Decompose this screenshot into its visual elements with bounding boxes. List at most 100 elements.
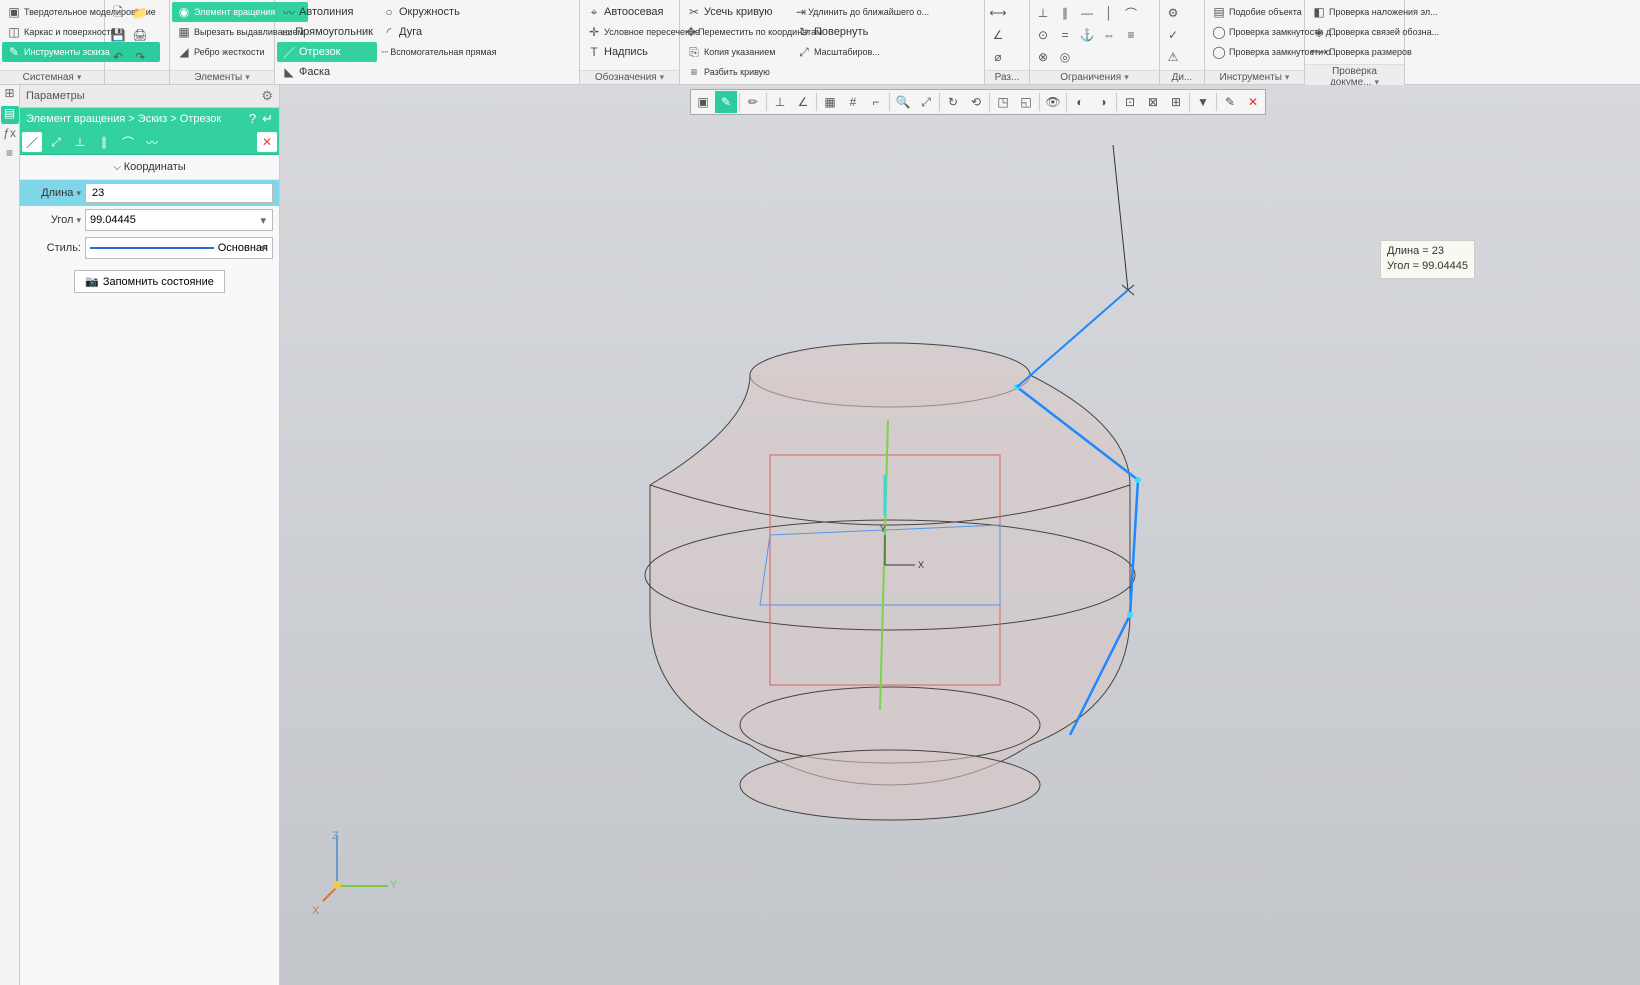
con-7[interactable]: =	[1054, 24, 1076, 46]
ribbon-group-sizes: ⟷ ∠ ⌀ Раз...	[985, 0, 1030, 84]
diag-b[interactable]: ✓	[1162, 24, 1184, 46]
dim-c-button[interactable]: ⌀	[987, 46, 1009, 68]
diag-a[interactable]: ⚙	[1162, 2, 1184, 24]
new-button[interactable]: 🗋	[107, 2, 129, 24]
ribbon-group-edit: ✂Усечь кривую ✥Переместить по координата…	[680, 0, 985, 84]
angle-input[interactable]: 99.04445	[85, 209, 273, 231]
diag-icon3: ⚠	[1165, 49, 1181, 65]
midpoint-icon: ⊗	[1035, 49, 1051, 65]
auxline-icon: ┈	[381, 44, 388, 60]
mode-6[interactable]: 〰	[142, 132, 162, 152]
con-10[interactable]: ≡	[1120, 24, 1142, 46]
mode-1[interactable]: ／	[22, 132, 42, 152]
dimchk-button[interactable]: ⟷Проверка размеров	[1307, 42, 1443, 62]
close-icon[interactable]: ✕	[257, 132, 277, 152]
axis-y-label: Y	[390, 879, 397, 891]
help-icon[interactable]: ?	[249, 111, 256, 127]
viewport[interactable]: ▣ ✎ ✏ ⊥ ∠ ▦ # ⌐ 🔍 ⤢ ↻ ⟲ ◳ ◱ 👁 ◐ ◑	[280, 85, 1640, 985]
circle-button[interactable]: ○Окружность	[377, 2, 482, 22]
print-button[interactable]: 🖨	[129, 24, 151, 46]
segment-modes: ／ ⤢ ⊥ ∥ ⌒ 〰 ✕	[20, 130, 279, 155]
overlap-button[interactable]: ◧Проверка наложения эл...	[1307, 2, 1443, 22]
split-icon: ≡	[686, 64, 702, 80]
mode-3[interactable]: ⊥	[70, 132, 90, 152]
style-select[interactable]: Основная	[85, 237, 273, 259]
vert-icon: │	[1101, 5, 1117, 21]
bc-c[interactable]: Отрезок	[180, 113, 221, 125]
con-3[interactable]: —	[1076, 2, 1098, 24]
sym-icon: ⇔	[1101, 27, 1117, 43]
save-button[interactable]: 💾	[107, 24, 129, 46]
model-canvas: X Y	[280, 85, 1640, 985]
mode-5[interactable]: ⌒	[118, 132, 138, 152]
rotate-button[interactable]: ↻Повернуть	[792, 22, 887, 42]
svg-text:X: X	[918, 560, 924, 570]
wireframe-icon: ◫	[6, 24, 22, 40]
extrude-icon: ▦	[176, 24, 192, 40]
ribbon-label-diag: Ди...	[1160, 70, 1204, 84]
apply-icon[interactable]: ↵	[262, 111, 273, 127]
gear-icon[interactable]: ⚙	[261, 88, 273, 104]
con-8[interactable]: ⚓	[1076, 24, 1098, 46]
length-input[interactable]	[85, 183, 273, 203]
con-2[interactable]: ∥	[1054, 2, 1076, 24]
section-coords[interactable]: Координаты	[20, 155, 279, 180]
angle-label: Угол ▾	[26, 214, 81, 226]
strip-params-icon[interactable]: ▤	[1, 106, 19, 124]
redo-button[interactable]: ↷	[129, 46, 151, 68]
similar-icon: ▤	[1211, 4, 1227, 20]
horiz-icon: —	[1079, 5, 1095, 21]
ribbon-label-tools: Инструменты▾	[1205, 70, 1304, 84]
scale-button[interactable]: ⤢Масштабиров...	[792, 42, 887, 62]
diag-c[interactable]: ⚠	[1162, 46, 1184, 68]
axis-origin-icon	[333, 881, 341, 889]
measurement-tooltip: Длина = 23 Угол = 99.04445	[1380, 240, 1475, 279]
perp-icon: ⊥	[1035, 5, 1051, 21]
mode-2[interactable]: ⤢	[46, 132, 66, 152]
ribbon-group-annotations: ⌖Автоосевая ✛Условное пересечение TНадпи…	[580, 0, 680, 84]
con-4[interactable]: │	[1098, 2, 1120, 24]
remember-state-button[interactable]: 📷 Запомнить состояние	[74, 270, 225, 293]
parallel-icon: ∥	[1057, 5, 1073, 21]
bc-a[interactable]: Элемент вращения	[26, 113, 125, 125]
dim-b-button[interactable]: ∠	[987, 24, 1009, 46]
ribbon-group-file: 🗋 📁 💾 🖨 ↶ ↷	[105, 0, 170, 84]
ribbon-group-diag: ⚙ ✓ ⚠ Ди...	[1160, 0, 1205, 84]
con-12[interactable]: ◎	[1054, 46, 1076, 68]
rect-icon: ▭	[281, 24, 293, 40]
extend-button[interactable]: ⇥Удлинить до ближайшего о...	[792, 2, 887, 22]
dimchk-icon: ⟷	[1311, 44, 1327, 60]
aux-line-button[interactable]: ┈Вспомогательная прямая	[377, 42, 482, 62]
con-9[interactable]: ⇔	[1098, 24, 1120, 46]
mode-4[interactable]: ∥	[94, 132, 114, 152]
strip-menu-icon[interactable]: ≡	[1, 146, 19, 164]
arc-button[interactable]: ◜Дуга	[377, 22, 482, 42]
move-coord-button[interactable]: ✥Переместить по координатам	[682, 22, 792, 42]
svg-text:Y: Y	[880, 524, 886, 534]
split-button[interactable]: ≡Разбить кривую	[682, 62, 780, 82]
con-6[interactable]: ⊙	[1032, 24, 1054, 46]
doc-icon: 🗋	[110, 5, 126, 21]
autoline-button[interactable]: 〰Автолиния	[277, 2, 377, 22]
closeo-icon: ◯	[1211, 44, 1227, 60]
strip-tree-icon[interactable]: ⊞	[1, 86, 19, 104]
trim-button[interactable]: ✂Усечь кривую	[682, 2, 792, 22]
dim-a-button[interactable]: ⟷	[987, 2, 1009, 24]
undo-icon: ↶	[110, 49, 126, 65]
angle-row: Угол ▾ 99.04445	[20, 206, 279, 234]
copy-ref-button[interactable]: ⎘Копия указанием	[682, 42, 792, 62]
open-button[interactable]: 📁	[129, 2, 151, 24]
bc-b[interactable]: Эскиз	[138, 113, 167, 125]
text-icon: T	[586, 44, 602, 60]
annchk-button[interactable]: ◈Проверка связей обозна...	[1307, 22, 1443, 42]
con-1[interactable]: ⊥	[1032, 2, 1054, 24]
segment-button[interactable]: ／Отрезок	[277, 42, 377, 62]
strip-fx-icon[interactable]: ƒx	[1, 126, 19, 144]
chamfer-button[interactable]: ◣Фаска	[277, 62, 375, 82]
ribbon-label-constraints: Ограничения▾	[1030, 70, 1159, 84]
rad-icon: ⌀	[990, 49, 1006, 65]
undo-button[interactable]: ↶	[107, 46, 129, 68]
con-5[interactable]: ⌒	[1120, 2, 1142, 24]
rectangle-button[interactable]: ▭Прямоугольник	[277, 22, 377, 42]
con-11[interactable]: ⊗	[1032, 46, 1054, 68]
